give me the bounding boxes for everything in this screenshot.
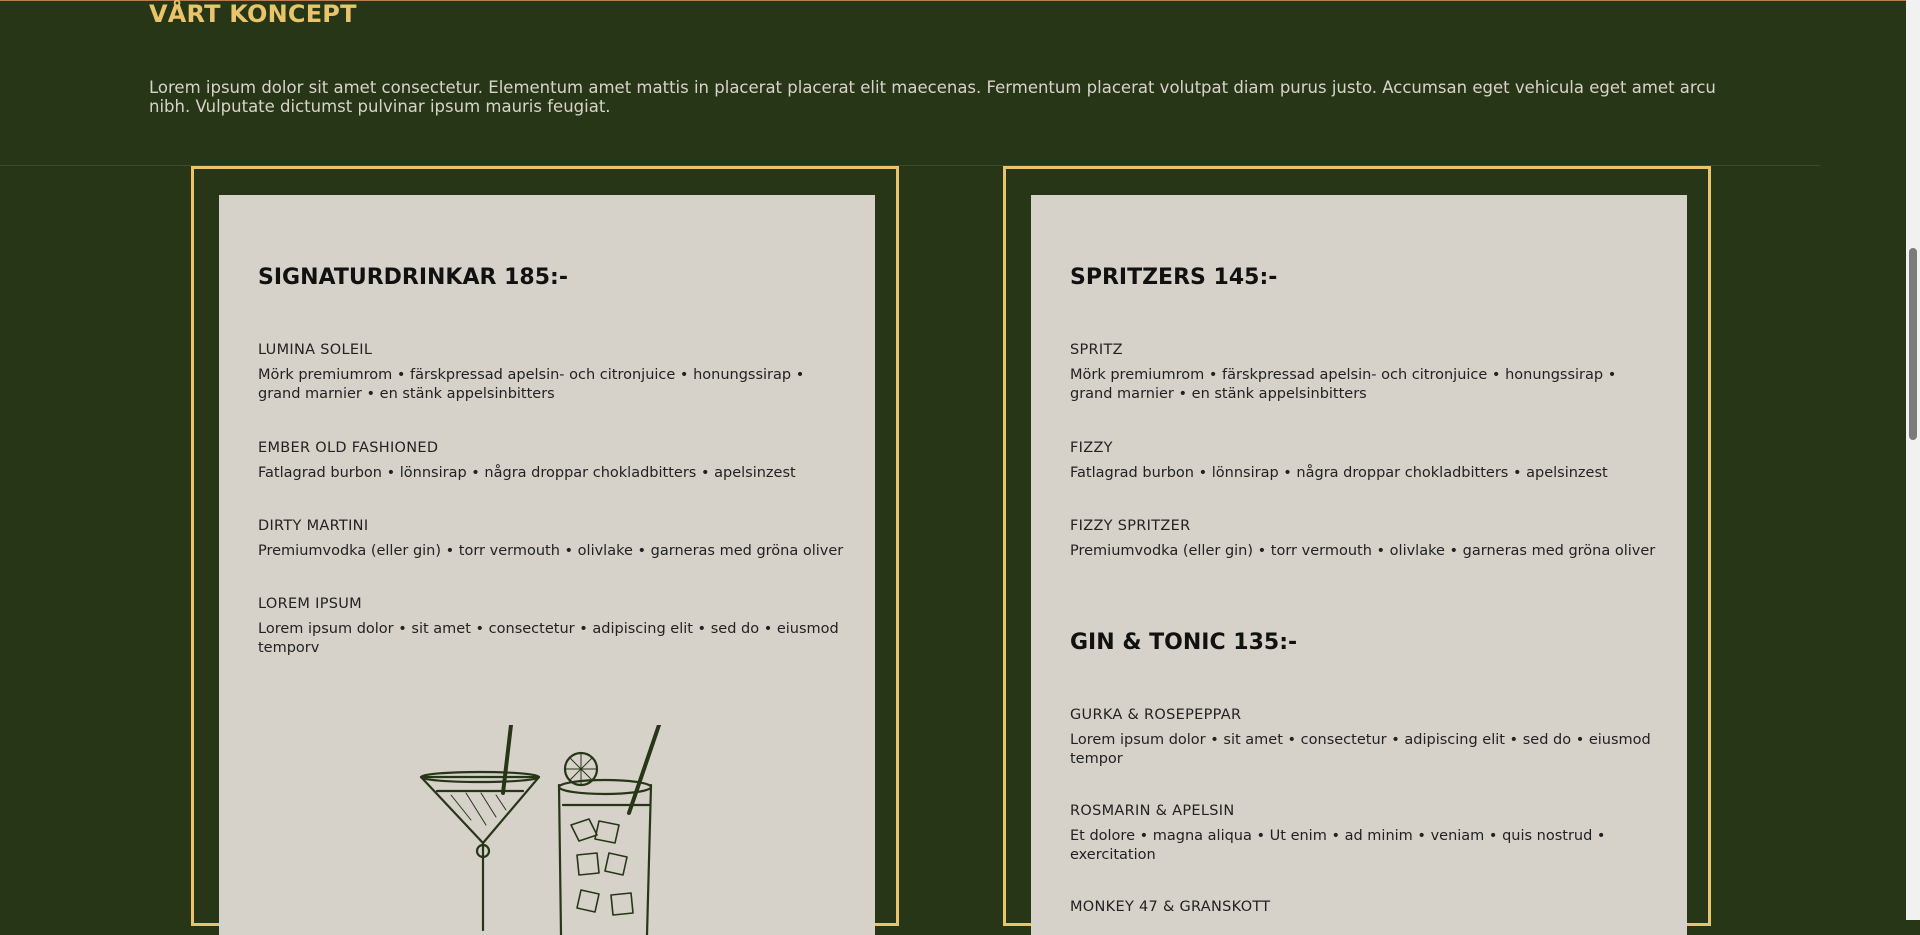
drink-name: LOREM IPSUM xyxy=(258,596,362,612)
gin-tonic-title: GIN & TONIC 135:- xyxy=(1070,630,1298,655)
drink-name: FIZZY SPRITZER xyxy=(1070,518,1191,534)
scrollbar[interactable] xyxy=(1906,0,1920,920)
drink-name: GURKA & ROSEPEPPAR xyxy=(1070,707,1242,723)
signature-drinks-frame: SIGNATURDRINKAR 185:- LUMINA SOLEIL Mörk… xyxy=(191,166,899,935)
drink-description: Premiumvodka (eller gin) • torr vermouth… xyxy=(1070,543,1656,559)
drink-name: EMBER OLD FASHIONED xyxy=(258,440,439,456)
drink-description: Mörk premiumrom • färskpressad apelsin- … xyxy=(1070,367,1617,402)
drink-description: Lorem ipsum dolor • sit amet • consectet… xyxy=(1070,732,1651,767)
concept-text: Lorem ipsum dolor sit amet consectetur. … xyxy=(149,78,1716,116)
spritzers-frame: SPRITZERS 145:- SPRITZ Mörk premiumrom •… xyxy=(1003,166,1711,935)
spritzers-card: SPRITZERS 145:- SPRITZ Mörk premiumrom •… xyxy=(1031,195,1687,935)
scrollbar-thumb[interactable] xyxy=(1909,248,1917,440)
drink-name: DIRTY MARTINI xyxy=(258,518,369,534)
signature-drinks-card: SIGNATURDRINKAR 185:- LUMINA SOLEIL Mörk… xyxy=(219,195,875,935)
drink-name: SPRITZ xyxy=(1070,342,1123,358)
drink-name: MONKEY 47 & GRANSKOTT xyxy=(1070,899,1271,915)
concept-title: VÅRT KONCEPT xyxy=(149,0,357,28)
drink-description: Mörk premiumrom • färskpressad apelsin- … xyxy=(258,367,805,402)
drink-description: Fatlagrad burbon • lönnsirap • några dro… xyxy=(1070,465,1608,481)
drink-description: Premiumvodka (eller gin) • torr vermouth… xyxy=(258,543,844,559)
drink-description: Lorem ipsum dolor • sit amet • consectet… xyxy=(258,621,839,656)
spritzers-title: SPRITZERS 145:- xyxy=(1070,265,1278,290)
drink-name: ROSMARIN & APELSIN xyxy=(1070,803,1235,819)
drink-description: Et dolore • magna aliqua • Ut enim • ad … xyxy=(1070,828,1606,863)
drink-description: Fatlagrad burbon • lönnsirap • några dro… xyxy=(258,465,796,481)
drink-name: FIZZY xyxy=(1070,440,1113,456)
cocktail-glasses-illustration-icon xyxy=(419,725,661,935)
drink-name: LUMINA SOLEIL xyxy=(258,342,373,358)
signature-drinks-title: SIGNATURDRINKAR 185:- xyxy=(258,265,568,290)
